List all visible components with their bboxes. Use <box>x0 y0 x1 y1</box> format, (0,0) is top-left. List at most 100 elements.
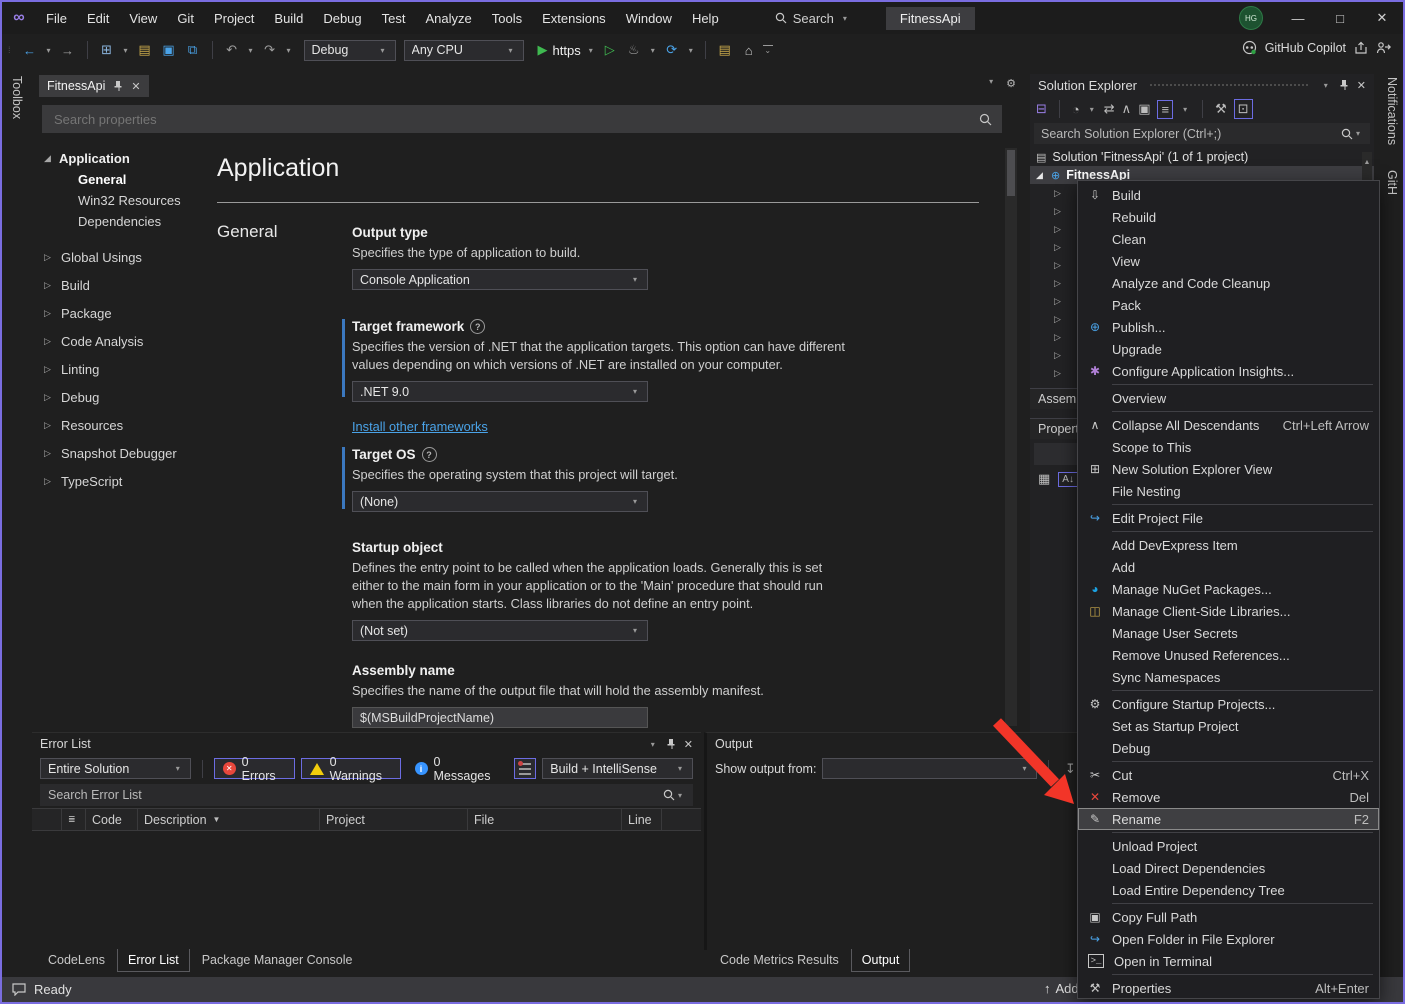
scroll-up-icon[interactable]: ▲ <box>1364 159 1371 166</box>
menu-item-properties[interactable]: ⚒ Properties Alt+Enter <box>1078 977 1379 999</box>
menu-item-rebuild[interactable]: Rebuild <box>1078 206 1379 228</box>
menu-item-sync-namespaces[interactable]: Sync Namespaces <box>1078 666 1379 688</box>
menu-item-unload-project[interactable]: Unload Project <box>1078 835 1379 857</box>
menu-item-build[interactable]: ⇩ Build <box>1078 184 1379 206</box>
navigate-forward-icon[interactable]: → <box>58 39 78 61</box>
search-properties-input[interactable] <box>52 110 979 128</box>
menu-item-upgrade[interactable]: Upgrade <box>1078 338 1379 360</box>
nav-global-usings[interactable]: ▷ Global Usings <box>44 243 216 271</box>
solution-node[interactable]: ▤ Solution 'FitnessApi' (1 of 1 project) <box>1030 148 1374 166</box>
tab-codelens[interactable]: CodeLens <box>38 949 115 971</box>
pin-icon[interactable] <box>113 80 123 92</box>
menu-item-open-folder-in-file-explorer[interactable]: ↪ Open Folder in File Explorer <box>1078 928 1379 950</box>
chevron-down-icon[interactable]: ▾ <box>121 46 131 55</box>
menu-item-open-in-terminal[interactable]: >_ Open in Terminal <box>1078 950 1379 972</box>
menu-item-remove-unused-references[interactable]: Remove Unused References... <box>1078 644 1379 666</box>
panel-grip[interactable] <box>1149 82 1309 88</box>
build-filter-dropdown[interactable]: Build + IntelliSense ▾ <box>542 758 693 779</box>
menu-item-clean[interactable]: Clean <box>1078 228 1379 250</box>
hot-reload-icon[interactable]: ⟳ <box>662 39 682 61</box>
messages-toggle-button[interactable]: i 0 Messages <box>407 755 509 783</box>
toolbox-tab[interactable]: Toolbox <box>10 76 24 119</box>
chevron-down-icon[interactable]: ▾ <box>986 77 996 90</box>
menu-item-pack[interactable]: Pack <box>1078 294 1379 316</box>
column-code[interactable]: Code <box>86 809 138 830</box>
close-icon[interactable]: ✕ <box>1357 79 1366 92</box>
navigate-back-icon[interactable]: ← <box>20 39 40 61</box>
nav-snapshot-debugger[interactable]: ▷ Snapshot Debugger <box>44 439 216 467</box>
share-icon[interactable] <box>1354 41 1368 55</box>
menu-item-manage-user-secrets[interactable]: Manage User Secrets <box>1078 622 1379 644</box>
tab-error-list[interactable]: Error List <box>117 949 190 972</box>
find-in-files-icon[interactable]: ▤ <box>715 39 735 61</box>
menu-help[interactable]: Help <box>682 2 729 34</box>
chevron-down-icon[interactable]: ▾ <box>648 740 658 749</box>
tab-code-metrics-results[interactable]: Code Metrics Results <box>710 949 849 971</box>
target-framework-dropdown[interactable]: .NET 9.0 ▾ <box>352 381 648 403</box>
pending-changes-filter-icon[interactable]: ◔ <box>1072 102 1080 117</box>
github-tab[interactable]: GitH <box>1385 170 1399 195</box>
tab-package-manager-console[interactable]: Package Manager Console <box>192 949 363 971</box>
menu-item-load-direct-dependencies[interactable]: Load Direct Dependencies <box>1078 857 1379 879</box>
show-all-files-icon[interactable]: ⊡ <box>1233 99 1253 119</box>
open-folder-icon[interactable]: ▤ <box>135 39 155 61</box>
startup-object-dropdown[interactable]: (Not set) ▾ <box>352 620 648 642</box>
categorized-view-icon[interactable]: ▦ <box>1038 471 1050 487</box>
avatar[interactable]: HG <box>1239 6 1263 30</box>
scrollbar-thumb[interactable] <box>1007 150 1015 196</box>
menu-project[interactable]: Project <box>204 2 264 34</box>
menu-item-manage-nuget-packages[interactable]: ◕ Manage NuGet Packages... <box>1078 578 1379 600</box>
copilot-label[interactable]: GitHub Copilot <box>1265 41 1346 55</box>
menu-item-publish[interactable]: ⊕ Publish... <box>1078 316 1379 338</box>
error-list-search[interactable]: Search Error List ▾ <box>40 784 693 806</box>
document-tab-fitnessapi[interactable]: FitnessApi ✕ <box>39 75 149 97</box>
menu-git[interactable]: Git <box>167 2 204 34</box>
pin-icon[interactable] <box>666 738 676 750</box>
tab-output[interactable]: Output <box>850 949 911 972</box>
output-type-dropdown[interactable]: Console Application ▾ <box>352 269 648 291</box>
nav-code-analysis[interactable]: ▷ Code Analysis <box>44 327 216 355</box>
track-active-item-icon[interactable]: ≡ <box>1157 99 1174 119</box>
chevron-down-icon[interactable]: ▾ <box>246 46 256 55</box>
chevron-down-icon[interactable]: ▾ <box>1353 129 1363 138</box>
chevron-down-icon[interactable]: ▾ <box>648 46 658 55</box>
close-icon[interactable]: ✕ <box>684 738 693 751</box>
menu-item-overview[interactable]: Overview <box>1078 387 1379 409</box>
install-frameworks-link[interactable]: Install other frameworks <box>352 419 488 434</box>
switch-views-icon[interactable]: ⊟ <box>1036 101 1047 117</box>
tree-expanded-icon[interactable]: ◢ <box>1036 170 1045 181</box>
menu-edit[interactable]: Edit <box>77 2 119 34</box>
column-file[interactable]: File <box>468 809 622 830</box>
nav-debug[interactable]: ▷ Debug <box>44 383 216 411</box>
properties-pages-icon[interactable]: ▣ <box>1138 101 1150 117</box>
project-properties-wrench-icon[interactable]: ⚒ <box>1215 101 1227 117</box>
live-share-icon[interactable] <box>1376 41 1391 55</box>
sync-with-active-document-icon[interactable]: ⇄ <box>1104 101 1115 117</box>
add-to-source-control[interactable]: ↑ Add <box>1044 981 1079 996</box>
column-project[interactable]: Project <box>320 809 468 830</box>
menu-item-cut[interactable]: ✂ Cut Ctrl+X <box>1078 764 1379 786</box>
menu-item-rename[interactable]: ✎ Rename F2 <box>1078 808 1379 830</box>
close-button[interactable]: ✕ <box>1361 2 1403 34</box>
target-os-dropdown[interactable]: (None) ▾ <box>352 491 648 513</box>
toolbar-grip[interactable]: ⁞ <box>8 45 12 55</box>
menu-item-edit-project-file[interactable]: ↪ Edit Project File <box>1078 507 1379 529</box>
properties-search-box[interactable] <box>42 105 1002 133</box>
menu-item-set-as-startup-project[interactable]: Set as Startup Project <box>1078 715 1379 737</box>
nav-resources[interactable]: ▷ Resources <box>44 411 216 439</box>
assembly-name-input[interactable] <box>352 707 648 729</box>
help-icon[interactable]: ? <box>421 447 437 462</box>
start-debugging-button[interactable]: ▶ https ▾ <box>538 42 596 58</box>
menu-debug[interactable]: Debug <box>313 2 371 34</box>
menu-build[interactable]: Build <box>264 2 313 34</box>
menu-view[interactable]: View <box>119 2 167 34</box>
gear-icon[interactable]: ⚙ <box>1006 77 1016 90</box>
save-icon[interactable]: ▣ <box>159 39 179 61</box>
menu-item-view[interactable]: View <box>1078 250 1379 272</box>
menu-file[interactable]: File <box>36 2 77 34</box>
chevron-down-icon[interactable]: ▾ <box>1321 81 1331 90</box>
menu-item-configure-startup-projects[interactable]: ⚙ Configure Startup Projects... <box>1078 693 1379 715</box>
solution-explorer-search[interactable]: Search Solution Explorer (Ctrl+;) ▾ <box>1034 123 1370 144</box>
menu-window[interactable]: Window <box>616 2 682 34</box>
menu-extensions[interactable]: Extensions <box>532 2 616 34</box>
